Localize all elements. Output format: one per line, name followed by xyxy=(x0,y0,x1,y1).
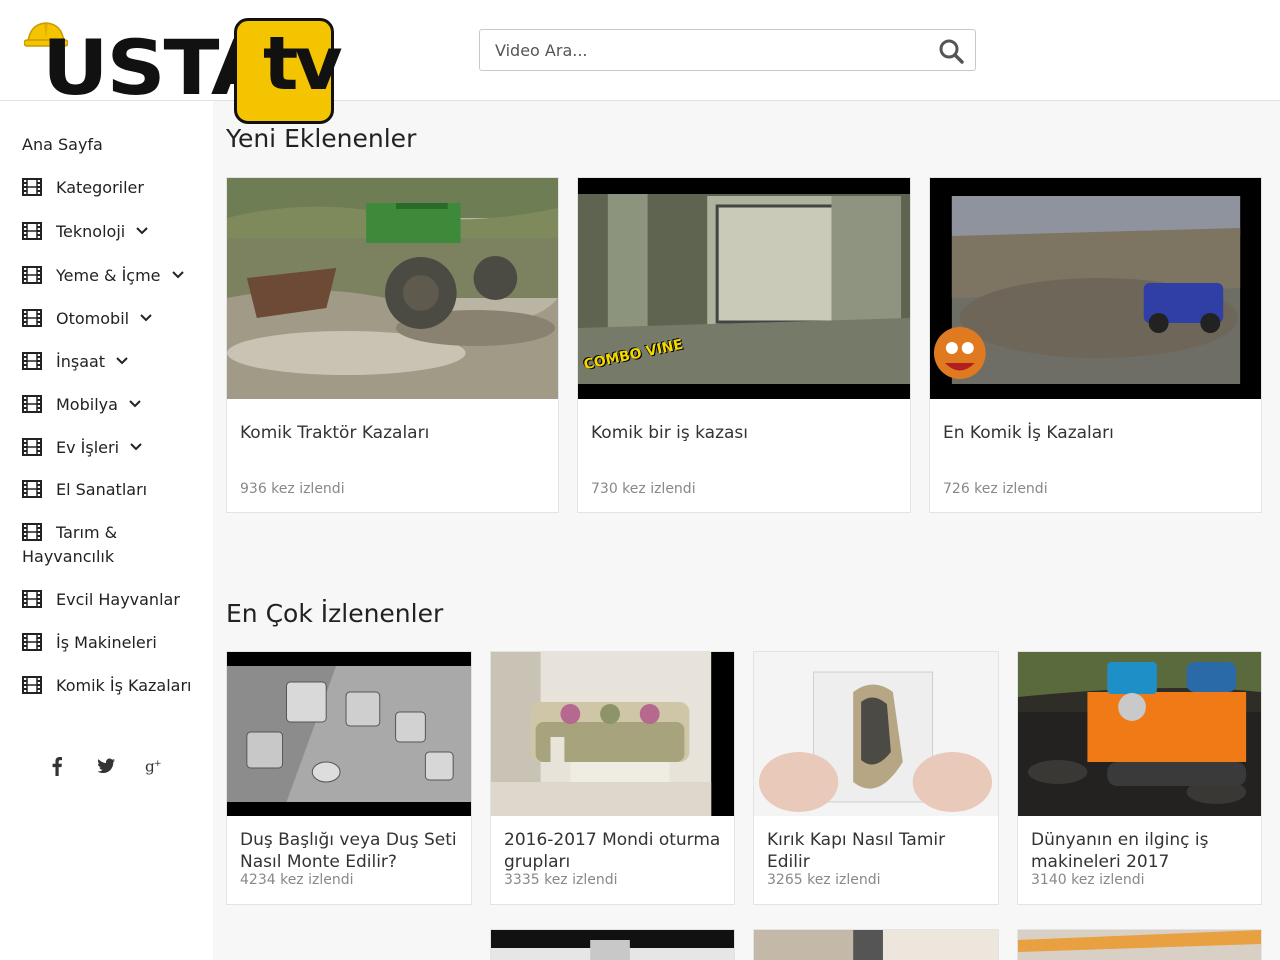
video-thumbnail[interactable] xyxy=(930,178,1261,399)
sidebar-item-label: Tarım & xyxy=(56,523,118,542)
video-card[interactable]: En Komik İş Kazaları 726 kez izlendi xyxy=(929,177,1262,513)
video-title[interactable]: 2016-2017 Mondi oturma grupları xyxy=(504,829,724,873)
video-card[interactable] xyxy=(753,929,999,960)
sidebar-item-label: Hayvancılık xyxy=(22,547,115,566)
film-icon xyxy=(22,676,42,694)
sidebar-item-label: Ana Sayfa xyxy=(22,135,103,154)
video-card[interactable]: Komik Traktör Kazaları 936 kez izlendi xyxy=(226,177,559,513)
video-card[interactable]: Kırık Kapı Nasıl Tamir Edilir 3265 kez i… xyxy=(753,651,999,905)
sidebar: Ana Sayfa Kategoriler Teknoloji Yeme & İçm… xyxy=(0,101,213,960)
sidebar-item[interactable]: Komik İş Kazaları xyxy=(22,674,192,698)
video-title[interactable]: Komik Traktör Kazaları xyxy=(240,422,548,444)
video-title[interactable]: Komik bir iş kazası xyxy=(591,422,900,444)
video-thumbnail[interactable] xyxy=(754,652,998,816)
video-thumbnail[interactable] xyxy=(227,652,471,816)
video-card[interactable]: Duş Başlığı veya Duş Seti Nasıl Monte Ed… xyxy=(226,651,472,905)
chevron-down-icon[interactable] xyxy=(129,435,143,451)
svg-text:+: + xyxy=(154,759,162,769)
video-card[interactable] xyxy=(490,929,735,960)
chevron-down-icon[interactable] xyxy=(115,349,129,365)
google-plus-icon[interactable]: g + xyxy=(145,756,163,776)
section-title-new: Yeni Eklenenler xyxy=(226,124,417,153)
video-views: 726 kez izlendi xyxy=(943,481,1048,497)
film-icon xyxy=(22,178,42,196)
chevron-down-icon[interactable] xyxy=(135,219,149,235)
video-views: 3265 kez izlendi xyxy=(767,872,881,888)
sidebar-item-label: Mobilya xyxy=(56,395,118,414)
sidebar-item-label: El Sanatları xyxy=(56,480,148,499)
sidebar-item[interactable]: İş Makineleri xyxy=(22,631,157,655)
site-logo[interactable]: USTA tv xyxy=(22,16,343,124)
facebook-icon[interactable] xyxy=(50,756,64,776)
sidebar-item-label: Yeme & İçme xyxy=(56,266,161,285)
video-title[interactable]: Duş Başlığı veya Duş Seti Nasıl Monte Ed… xyxy=(240,829,461,873)
film-icon xyxy=(22,480,42,498)
video-title[interactable]: Dünyanın en ilginç iş makineleri 2017 xyxy=(1031,829,1251,873)
sidebar-item-label: İş Makineleri xyxy=(56,633,157,652)
search-input[interactable] xyxy=(480,30,920,70)
sidebar-item-label: Evcil Hayvanlar xyxy=(56,590,180,609)
film-icon xyxy=(22,266,42,284)
video-views: 730 kez izlendi xyxy=(591,481,696,497)
film-icon xyxy=(22,222,42,240)
film-icon xyxy=(22,633,42,651)
video-title[interactable]: Kırık Kapı Nasıl Tamir Edilir xyxy=(767,829,988,873)
logo-tv-box: tv xyxy=(234,18,343,124)
sidebar-item[interactable]: Kategoriler xyxy=(22,176,144,200)
chevron-down-icon[interactable] xyxy=(128,392,142,408)
search-icon[interactable] xyxy=(937,37,965,65)
film-icon xyxy=(22,523,42,541)
video-views: 3335 kez izlendi xyxy=(504,872,618,888)
chevron-down-icon[interactable] xyxy=(139,306,153,322)
sidebar-item[interactable]: Teknoloji xyxy=(22,219,149,244)
logo-tv-text: tv xyxy=(263,21,343,107)
video-card[interactable]: Dünyanın en ilginç iş makineleri 2017 31… xyxy=(1017,651,1262,905)
video-title[interactable]: En Komik İş Kazaları xyxy=(943,422,1251,444)
video-views: 4234 kez izlendi xyxy=(240,872,354,888)
sidebar-item-label: İnşaat xyxy=(56,352,106,371)
sidebar-item-label: Otomobil xyxy=(56,309,130,328)
sidebar-item[interactable]: Tarım & Hayvancılık xyxy=(22,521,117,569)
video-card[interactable] xyxy=(1017,929,1262,960)
sidebar-item[interactable]: Evcil Hayvanlar xyxy=(22,588,180,612)
sidebar-item[interactable]: İnşaat xyxy=(22,349,129,374)
film-icon xyxy=(22,438,42,456)
sidebar-item[interactable]: Otomobil xyxy=(22,306,153,331)
video-card[interactable]: COMBO VINE Komik bir iş kazası 730 kez i… xyxy=(577,177,911,513)
sidebar-item[interactable]: Ev İşleri xyxy=(22,435,143,460)
video-views: 936 kez izlendi xyxy=(240,481,345,497)
video-card[interactable]: 2016-2017 Mondi oturma grupları 3335 kez… xyxy=(490,651,735,905)
video-thumbnail[interactable] xyxy=(491,930,734,960)
video-thumbnail[interactable] xyxy=(754,930,998,960)
section-title-popular: En Çok İzlenenler xyxy=(226,599,444,628)
video-thumbnail[interactable] xyxy=(227,178,558,399)
film-icon xyxy=(22,395,42,413)
sidebar-item-label: Teknoloji xyxy=(56,222,126,241)
film-icon xyxy=(22,590,42,608)
sidebar-item-label: Kategoriler xyxy=(56,178,144,197)
video-views: 3140 kez izlendi xyxy=(1031,872,1145,888)
video-thumbnail[interactable] xyxy=(1018,930,1261,960)
sidebar-item[interactable]: El Sanatları xyxy=(22,478,147,502)
twitter-icon[interactable] xyxy=(97,756,115,776)
film-icon xyxy=(22,309,42,327)
film-icon xyxy=(22,352,42,370)
sidebar-item-home[interactable]: Ana Sayfa xyxy=(22,133,103,157)
site-header: USTA tv xyxy=(0,0,1280,124)
video-thumbnail[interactable]: COMBO VINE xyxy=(578,178,910,399)
sidebar-item-label: Ev İşleri xyxy=(56,438,120,457)
search-box xyxy=(479,29,976,71)
video-thumbnail[interactable] xyxy=(491,652,734,816)
sidebar-item[interactable]: Yeme & İçme xyxy=(22,263,185,288)
chevron-down-icon[interactable] xyxy=(171,263,185,279)
video-thumbnail[interactable] xyxy=(1018,652,1261,816)
sidebar-item[interactable]: Mobilya xyxy=(22,392,142,417)
sidebar-item-label: Komik İş Kazaları xyxy=(56,676,192,695)
